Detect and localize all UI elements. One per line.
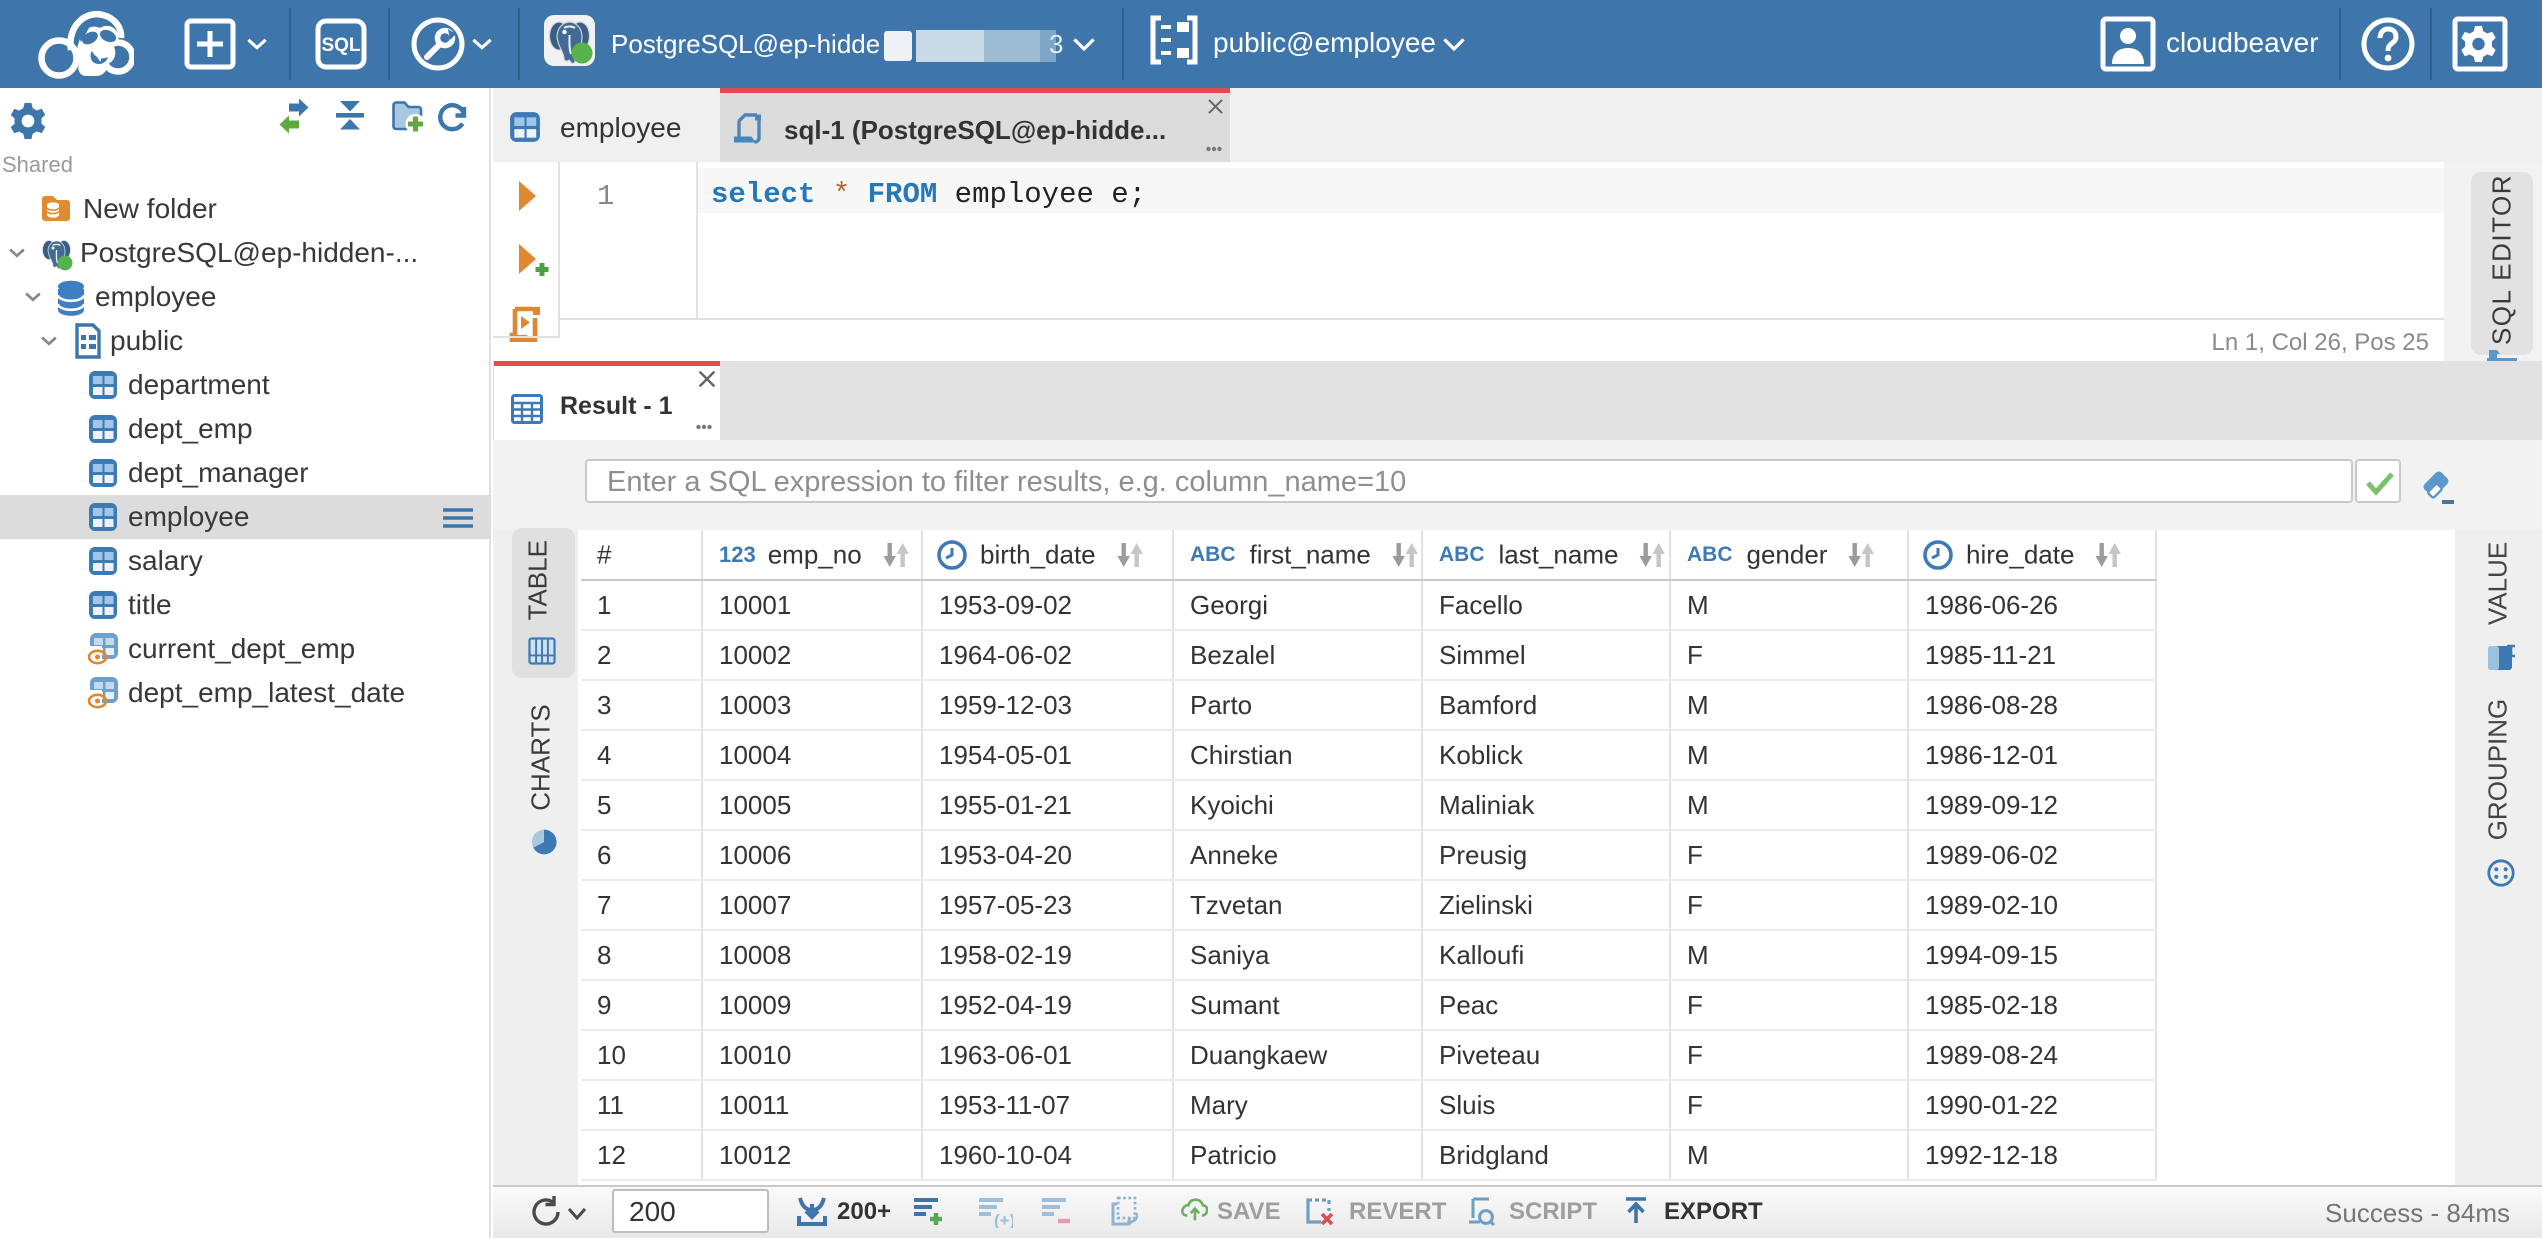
- svg-text:(+): (+): [994, 1211, 1013, 1228]
- svg-text:SQL: SQL: [321, 35, 360, 56]
